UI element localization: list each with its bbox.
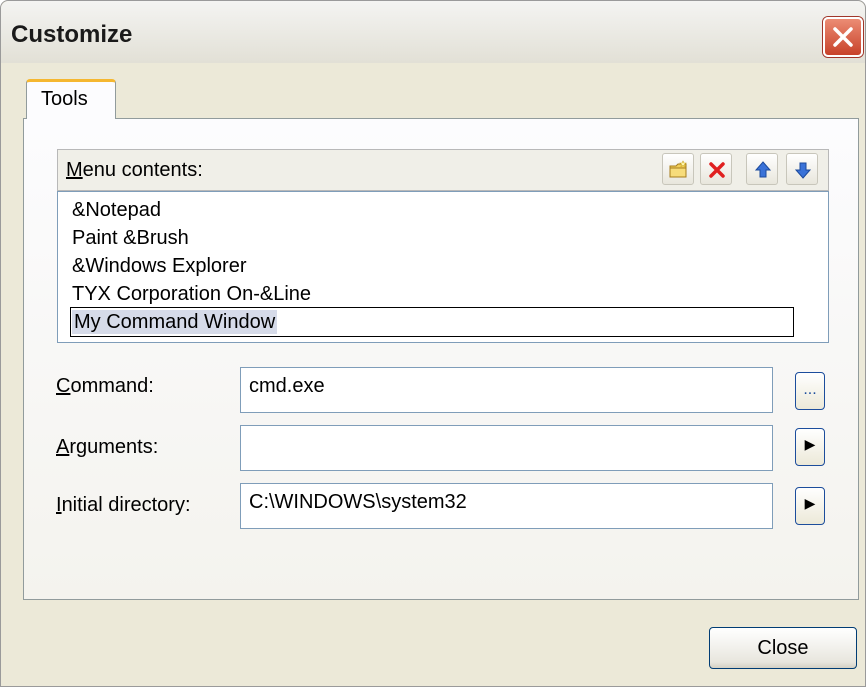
arguments-input[interactable] <box>241 426 772 470</box>
close-icon <box>833 27 853 47</box>
tab-tools-label: Tools <box>41 88 88 110</box>
close-button[interactable]: Close <box>709 627 857 669</box>
initial-directory-label-rest: nitial directory: <box>61 494 191 516</box>
menu-contents-mnemonic: M <box>66 159 83 181</box>
arguments-label-rest: rguments: <box>69 436 159 458</box>
menu-contents-header: Menu contents: <box>57 149 829 191</box>
arrow-right-icon: ▶ <box>804 495 816 511</box>
initial-directory-input[interactable] <box>241 484 772 528</box>
window-close-button[interactable] <box>823 17 863 57</box>
menu-contents-label-rest: enu contents: <box>82 159 203 181</box>
initial-directory-menu-button[interactable]: ▶ <box>795 487 825 525</box>
command-input[interactable] <box>241 368 772 412</box>
initial-directory-label: Initial directory: <box>56 494 191 517</box>
arguments-mnemonic: A <box>56 436 70 458</box>
list-item[interactable]: TYX Corporation On-&Line <box>72 283 311 306</box>
command-field[interactable] <box>240 367 773 413</box>
ellipsis-icon: ... <box>803 381 817 398</box>
list-item[interactable]: &Notepad <box>72 199 161 222</box>
menu-contents-list[interactable]: &Notepad Paint &Brush &Windows Explorer … <box>57 191 829 343</box>
tab-tools[interactable]: Tools <box>26 79 116 119</box>
command-label-rest: ommand: <box>70 375 154 397</box>
command-label: Command: <box>56 375 154 398</box>
command-mnemonic: C <box>56 375 71 397</box>
arguments-label: Arguments: <box>56 436 158 459</box>
move-down-icon <box>794 162 812 179</box>
browse-command-button[interactable]: ... <box>795 372 825 410</box>
initial-directory-field[interactable] <box>240 483 773 529</box>
delete-icon <box>709 162 725 178</box>
menu-contents-label: Menu contents: <box>66 159 203 182</box>
new-folder-icon <box>669 160 687 178</box>
move-up-button[interactable] <box>746 153 778 185</box>
new-item-button[interactable] <box>662 153 694 185</box>
window-title: Customize <box>11 21 133 48</box>
title-bar[interactable]: Customize <box>1 1 865 63</box>
list-item[interactable]: &Windows Explorer <box>72 255 247 278</box>
customize-dialog: Customize Tools Menu contents: &Notepad … <box>0 0 866 687</box>
arguments-menu-button[interactable]: ▶ <box>795 428 825 466</box>
arguments-field[interactable] <box>240 425 773 471</box>
list-item-selected-text[interactable]: My Command Window <box>72 310 278 334</box>
move-down-button[interactable] <box>786 153 818 185</box>
delete-item-button[interactable] <box>700 153 732 185</box>
list-item-edit-box[interactable]: My Command Window <box>70 307 794 337</box>
list-item[interactable]: Paint &Brush <box>72 227 189 250</box>
arrow-right-icon: ▶ <box>804 436 816 452</box>
move-up-icon <box>754 161 772 178</box>
